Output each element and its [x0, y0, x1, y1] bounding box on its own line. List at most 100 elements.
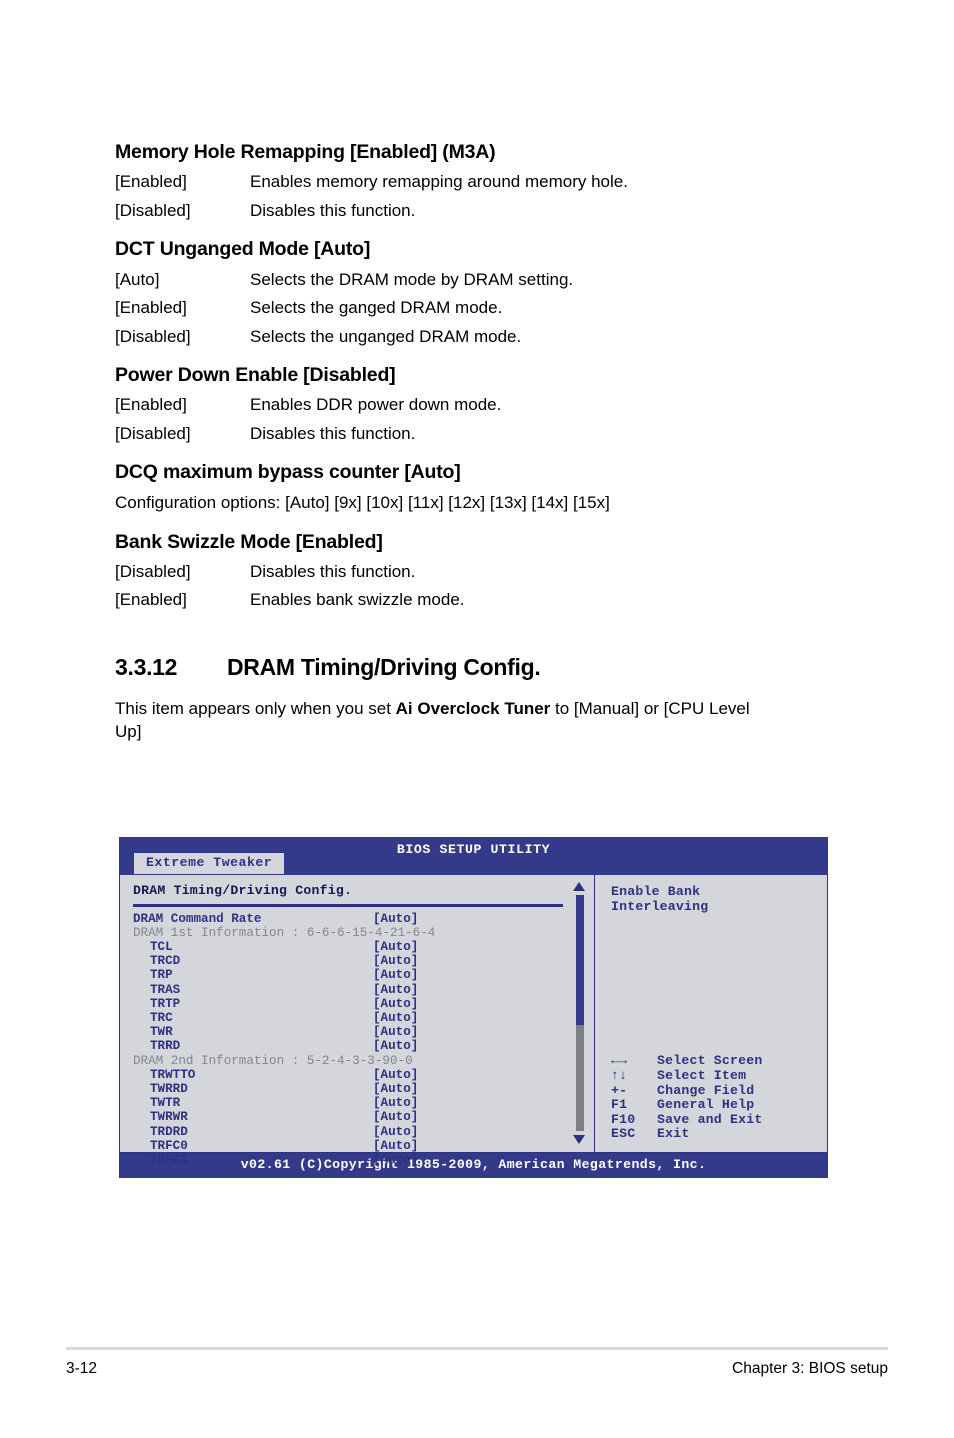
page-footer: 3-12 Chapter 3: BIOS setup	[66, 1360, 888, 1378]
legend-row: F1 General Help	[611, 1098, 762, 1113]
legend-row: ESC Exit	[611, 1127, 762, 1142]
bios-setting-label: TRRD	[150, 1039, 181, 1054]
bios-setting-row[interactable]: TRFC1 [Auto]	[133, 1153, 594, 1167]
bios-setting-value[interactable]: [Auto]	[373, 1125, 418, 1139]
manual-item-heading: Power Down Enable [Disabled]	[115, 363, 396, 386]
manual-option-desc: Selects the DRAM mode by DRAM setting.	[250, 269, 574, 289]
bios-setting-label: TRTP	[150, 996, 181, 1011]
manual-option-key: [Enabled]	[115, 590, 187, 610]
manual-option-key: [Enabled]	[115, 172, 187, 192]
bios-setting-row[interactable]: TRTP [Auto]	[133, 997, 594, 1011]
bios-setting-value[interactable]: [Auto]	[373, 954, 418, 968]
manual-option-row: [Enabled] Enables memory remapping around…	[115, 171, 845, 193]
bios-panel-title: DRAM Timing/Driving Config.	[133, 883, 353, 898]
bios-setting-label: TCL	[150, 940, 173, 955]
tab-extreme-tweaker[interactable]: Extreme Tweaker	[134, 853, 285, 875]
bios-setting-value[interactable]: [Auto]	[373, 983, 418, 997]
manual-option-desc: Enables bank swizzle mode.	[250, 590, 465, 610]
section-title: DRAM Timing/Driving Config.	[227, 653, 541, 680]
bios-setting-label: TWRWR	[150, 1110, 188, 1125]
help-text-line: Interleaving	[611, 899, 709, 914]
scroll-down-arrow-icon[interactable]	[573, 1135, 585, 1144]
manual-option-key: [Auto]	[115, 269, 160, 289]
manual-option-row: [Disabled] Selects the unganged DRAM mode…	[115, 326, 845, 348]
bios-setting-row[interactable]: TRP [Auto]	[133, 968, 594, 982]
legend-row: ↑↓ Select Item	[611, 1069, 762, 1084]
manual-option-desc: Selects the ganged DRAM mode.	[250, 298, 503, 318]
manual-item-heading: DCQ maximum bypass counter [Auto]	[115, 461, 461, 484]
legend-row: F10 Save and Exit	[611, 1112, 762, 1128]
vertical-scrollbar[interactable]	[573, 882, 586, 1144]
bios-setting-label: TWR	[150, 1025, 173, 1040]
manual-option-row: [Disabled] Disables this function.	[115, 561, 845, 583]
manual-item-heading: DCT Unganged Mode [Auto]	[115, 238, 371, 261]
bios-setting-value[interactable]: [Auto]	[373, 912, 418, 926]
bios-setting-value[interactable]: [Auto]	[373, 940, 418, 954]
manual-option-desc: Disables this function.	[250, 200, 416, 220]
footer-divider	[66, 1347, 888, 1350]
legend-key: ↑↓	[611, 1068, 628, 1084]
bios-body: DRAM Timing/Driving Config. DRAM Command…	[119, 875, 828, 1167]
legend-action: Exit	[657, 1126, 690, 1142]
legend-key: ESC	[611, 1126, 636, 1142]
bios-setting-row[interactable]: TRDRD [Auto]	[133, 1125, 594, 1139]
manual-config-options: Configuration options: [Auto] [9x] [10x]…	[115, 492, 610, 512]
bios-setting-label: TRAS	[150, 982, 181, 997]
bios-setting-value[interactable]: [Auto]	[373, 1110, 418, 1124]
bios-help-pane: Enable Bank Interleaving ←→ Select Screen ↑…	[594, 875, 827, 1152]
scrollbar-track[interactable]	[576, 895, 584, 1131]
bios-setting-row[interactable]: TCL [Auto]	[133, 940, 594, 954]
bios-settings-pane: DRAM Timing/Driving Config. DRAM Command…	[120, 875, 594, 1167]
bios-setting-row[interactable]: TWTR [Auto]	[133, 1096, 594, 1110]
legend-action: Select Screen	[657, 1053, 763, 1069]
bios-setting-row[interactable]: TWRRD [Auto]	[133, 1082, 594, 1096]
manual-option-row: [Enabled] Enables bank swizzle mode.	[115, 589, 845, 611]
bios-setting-value[interactable]: [Auto]	[373, 1011, 418, 1025]
bios-setting-row[interactable]: TWRWR [Auto]	[133, 1110, 594, 1124]
bios-setting-label: TRCD	[150, 954, 181, 969]
legend-action: General Help	[657, 1097, 755, 1113]
bios-setting-value[interactable]: [Auto]	[373, 1082, 418, 1096]
legend-action: Change Field	[657, 1082, 755, 1098]
bios-setting-row[interactable]: TRC [Auto]	[133, 1011, 594, 1025]
bios-setting-row[interactable]: TRWTTO [Auto]	[133, 1068, 594, 1082]
bios-setting-value[interactable]: [Auto]	[373, 1039, 418, 1053]
bios-setting-value[interactable]: [Auto]	[373, 1139, 418, 1153]
manual-item-heading: Bank Swizzle Mode [Enabled]	[115, 530, 383, 553]
bios-setting-value[interactable]: [Auto]	[373, 1096, 418, 1110]
legend-key: F1	[611, 1097, 628, 1113]
section-note-emphasis: Ai Overclock Tuner	[395, 698, 551, 718]
bios-setting-label: TRWTTO	[150, 1067, 196, 1082]
manual-option-row: [Disabled] Disables this function.	[115, 200, 845, 222]
bios-setting-row[interactable]: TRFC0 [Auto]	[133, 1139, 594, 1153]
bios-setting-value[interactable]: [Auto]	[373, 997, 418, 1011]
bios-setting-label: TWRRD	[150, 1081, 188, 1096]
manual-option-desc: Disables this function.	[250, 423, 416, 443]
bios-setting-row[interactable]: DRAM Command Rate [Auto]	[133, 912, 594, 926]
bios-setting-value[interactable]: [Auto]	[373, 1025, 418, 1039]
bios-setting-value[interactable]: [Auto]	[373, 1068, 418, 1082]
bios-setting-row[interactable]: TRRD [Auto]	[133, 1039, 594, 1053]
manual-option-key: [Disabled]	[115, 326, 191, 346]
section-number: 3.3.12	[115, 653, 178, 680]
bios-info-text: DRAM 1st Information : 6-6-6-15-4-21-6-4	[133, 925, 436, 940]
manual-option-desc: Enables DDR power down mode.	[250, 395, 502, 415]
scroll-up-arrow-icon[interactable]	[573, 882, 585, 891]
manual-item: Memory Hole Remapping [Enabled] (M3A) [En…	[115, 140, 845, 222]
manual-item: Power Down Enable [Disabled] [Enabled] Ena…	[115, 363, 845, 445]
bios-setting-row[interactable]: TRAS [Auto]	[133, 983, 594, 997]
bios-setting-value[interactable]: [Auto]	[373, 968, 418, 982]
bios-titlebar: BIOS SETUP UTILITY Extreme Tweaker	[119, 837, 828, 875]
manual-option-desc: Enables memory remapping around memory h…	[250, 172, 628, 192]
section-note-before: This item appears only when you set	[115, 698, 396, 718]
manual-item: DCT Unganged Mode [Auto] [Auto] Selects th…	[115, 237, 845, 348]
bios-settings-list: DRAM Command Rate [Auto] DRAM 1st Informat…	[133, 912, 594, 1167]
legend-key: +-	[611, 1082, 628, 1098]
bios-setting-label: DRAM Command Rate	[133, 911, 262, 926]
scrollbar-thumb[interactable]	[576, 895, 584, 1025]
bios-setting-row[interactable]: TWR [Auto]	[133, 1025, 594, 1039]
bios-setting-row[interactable]: TRCD [Auto]	[133, 954, 594, 968]
bios-info-row: DRAM 1st Information : 6-6-6-15-4-21-6-4	[133, 926, 594, 940]
manual-option-key: [Enabled]	[115, 298, 187, 318]
bios-setting-value[interactable]: [Auto]	[373, 1153, 418, 1167]
